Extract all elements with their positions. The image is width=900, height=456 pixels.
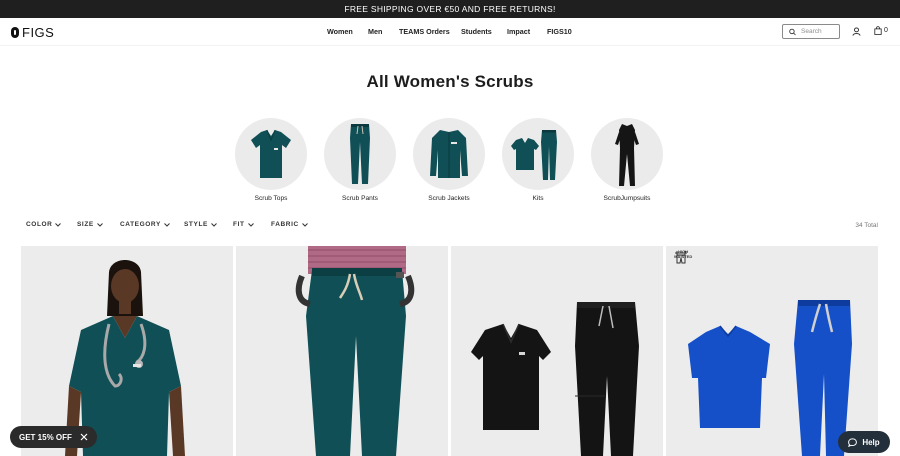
filter-label: SIZE [77,221,94,228]
product-grid: HIGH WAISTED [21,246,879,456]
filter-fit[interactable]: FIT [233,221,254,228]
category-carousel: Scrub Tops Scrub Pants Scrub Jackets Kit… [0,118,900,208]
filter-fabric[interactable]: FABRIC [271,221,308,228]
chevron-down-icon [211,222,217,227]
chevron-down-icon [97,222,103,227]
model-teal-top-image [21,246,233,456]
cart-button[interactable]: 0 [874,26,888,35]
chevron-down-icon [301,222,308,227]
chevron-down-icon [164,222,170,227]
bag-icon [874,26,882,35]
discount-label: GET 15% OFF [19,432,72,442]
logo-mark-icon [11,27,19,38]
category-label: Scrub Tops [254,195,288,202]
help-chat-button[interactable]: Help [838,431,890,453]
category-label: ScrubJumpsuits [603,195,651,202]
nav-women[interactable]: Women [327,27,353,36]
filter-label: STYLE [184,221,208,228]
nav-impact[interactable]: Impact [507,27,530,36]
chevron-down-icon [55,222,62,227]
product-card[interactable] [236,246,448,456]
account-icon[interactable] [852,27,861,36]
category-kits[interactable]: Kits [502,118,574,202]
product-card[interactable]: HIGH WAISTED [666,246,878,456]
category-scrub-pants[interactable]: Scrub Pants [324,118,396,202]
promo-text: FREE SHIPPING OVER €50 AND FREE RETURNS! [344,4,556,14]
discount-popup-button[interactable]: GET 15% OFF [10,426,97,448]
search-icon [789,28,796,35]
scrub-jacket-image [413,118,485,190]
filter-label: COLOR [26,221,53,228]
nav-teams-orders[interactable]: TEAMS Orders [399,27,450,36]
nav-men[interactable]: Men [368,27,382,36]
category-scrub-jackets[interactable]: Scrub Jackets [413,118,485,202]
filter-label: FIT [233,221,245,228]
search-box[interactable] [782,24,840,39]
cart-count: 0 [884,27,888,34]
chevron-down-icon [247,222,254,227]
chat-bubble-icon [848,437,858,447]
category-label: Scrub Pants [342,195,378,202]
kit-image [502,118,574,190]
category-scrub-tops[interactable]: Scrub Tops [235,118,307,202]
filter-style[interactable]: STYLE [184,221,217,228]
filter-size[interactable]: SIZE [77,221,103,228]
product-card[interactable] [21,246,233,456]
scrub-pants-image [324,118,396,190]
category-jumpsuits[interactable]: ScrubJumpsuits [591,118,663,202]
category-label: Scrub Jackets [428,195,470,202]
page-title: All Women's Scrubs [366,72,534,91]
nav-students[interactable]: Students [461,27,492,36]
product-card[interactable] [451,246,663,456]
help-label: Help [862,437,880,447]
search-input[interactable] [801,28,839,35]
logo[interactable]: FIGS [11,25,54,40]
high-waisted-badge: HIGH WAISTED [674,249,692,264]
royal-blue-kit-image [666,246,878,456]
teal-pants-image [236,246,448,456]
nav-figs10[interactable]: FIGS10 [547,27,572,36]
filter-category[interactable]: CATEGORY [120,221,170,228]
logo-text: FIGS [22,25,55,40]
close-icon[interactable] [80,433,88,441]
category-label: Kits [532,195,544,202]
promo-bar: FREE SHIPPING OVER €50 AND FREE RETURNS! [0,0,900,18]
filter-label: FABRIC [271,221,299,228]
filter-label: CATEGORY [120,221,161,228]
black-kit-image [451,246,663,456]
filter-color[interactable]: COLOR [26,221,62,228]
filter-bar: COLOR SIZE CATEGORY STYLE FIT FABRIC 34 … [0,221,900,233]
results-total: 34 Total [855,222,878,229]
jumpsuit-image [591,118,663,190]
scrub-top-image [235,118,307,190]
site-header: FIGS Women Men TEAMS Orders Students Imp… [0,18,900,46]
high-waist-icon [675,251,687,264]
